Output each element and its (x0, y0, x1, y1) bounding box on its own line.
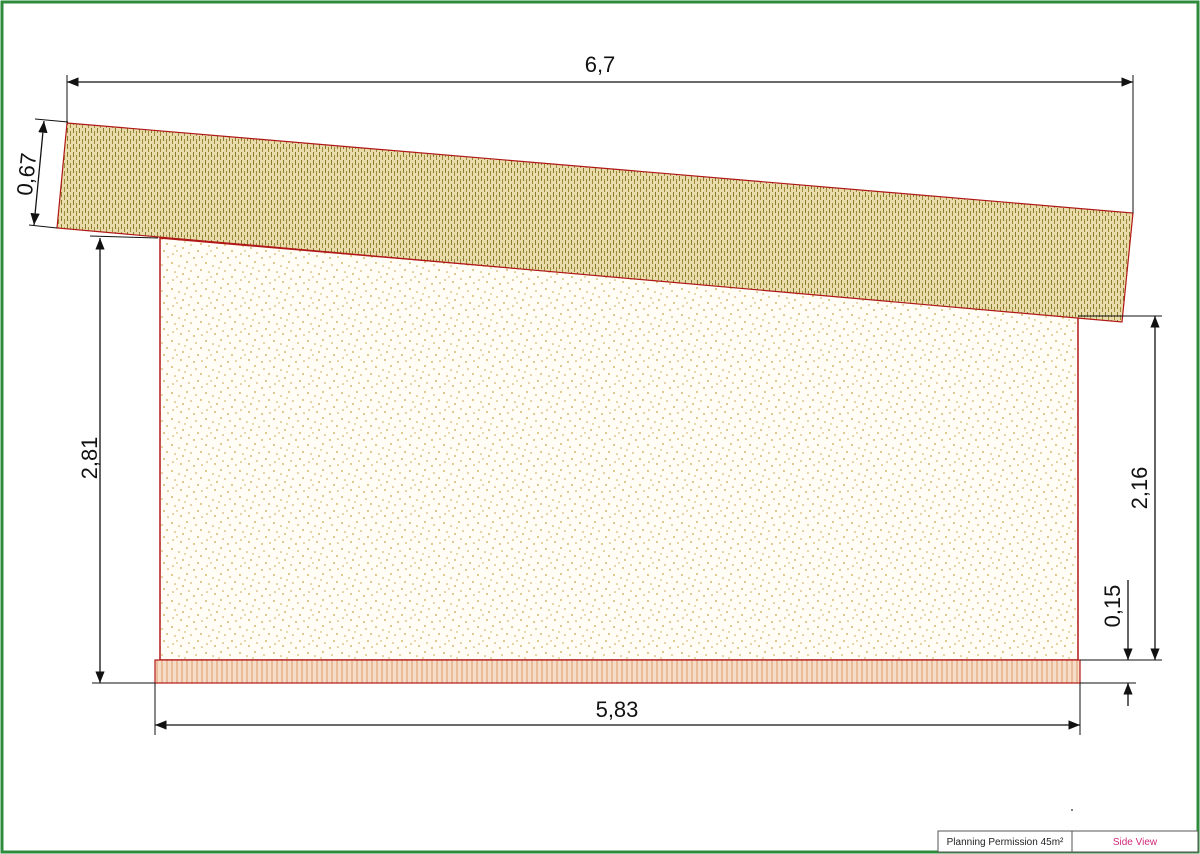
dimension-base-height: 0,15 (1080, 580, 1136, 706)
title-block-project: Planning Permission 45m² (947, 837, 1064, 848)
stray-dot (1071, 809, 1073, 811)
front-height-label: 2,81 (77, 437, 102, 480)
title-block: Planning Permission 45m² Side View (937, 830, 1199, 853)
base-slab (154, 659, 1081, 684)
roof-width-label: 6,7 (585, 52, 616, 77)
dimension-base-width: 5,83 (154, 683, 1081, 735)
dimension-front-height: 2,81 (77, 235, 159, 684)
title-block-view: Side View (1113, 837, 1158, 848)
roof-thickness-label: 0,67 (12, 152, 41, 197)
base-height-label: 0,15 (1100, 585, 1125, 628)
back-height-label: 2,16 (1127, 467, 1152, 510)
side-view-drawing: 6,7 0,67 2,81 2,16 0,15 5,83 Planning Pe… (0, 0, 1200, 854)
base-width-label: 5,83 (596, 697, 639, 722)
